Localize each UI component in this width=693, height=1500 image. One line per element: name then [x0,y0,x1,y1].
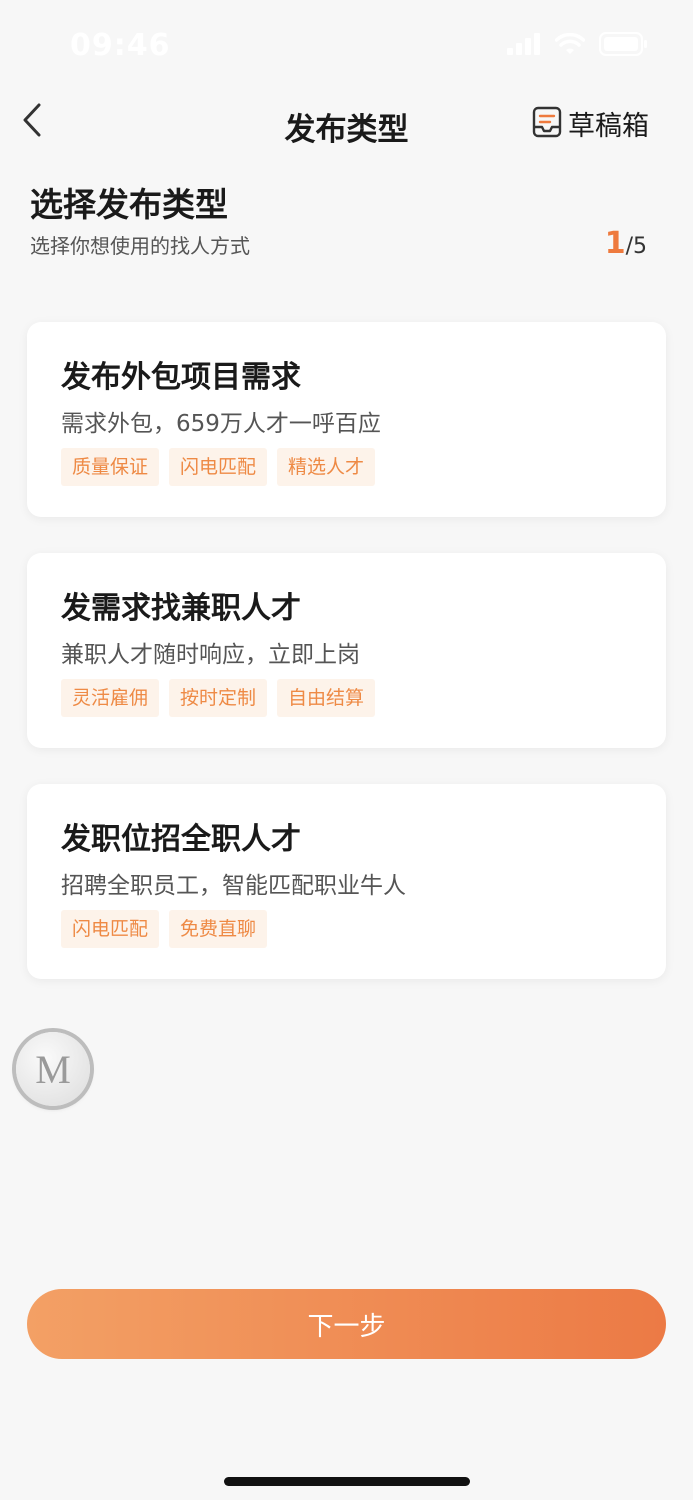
drafts-label: 草稿箱 [568,111,649,142]
option-card-outsource[interactable]: 发布外包项目需求 需求外包，659万人才一呼百应 质量保证 闪电匹配 精选人才 [27,322,666,517]
next-step-label: 下一步 [307,1311,386,1342]
status-icons [507,32,649,60]
card-tags: 灵活雇佣 按时定制 自由结算 [61,679,376,717]
tag: 自由结算 [277,679,376,717]
step-indicator: 1 /5 [605,226,647,261]
card-title: 发布外包项目需求 [61,360,301,395]
battery-icon [599,32,649,60]
tag: 免费直聊 [169,910,268,948]
step-total: /5 [625,234,647,259]
floating-assist-button[interactable]: M [16,1032,90,1106]
next-step-button[interactable]: 下一步 [27,1289,666,1359]
home-indicator[interactable] [224,1477,470,1486]
wifi-icon [554,32,586,59]
card-title: 发职位招全职人才 [61,822,301,857]
section-heading: 选择发布类型 [30,185,228,224]
floating-assist-letter: M [35,1046,71,1092]
card-description: 招聘全职员工，智能匹配职业牛人 [61,873,406,899]
status-time: 09:46 [70,28,171,63]
drafts-box-icon [532,106,562,142]
card-description: 需求外包，659万人才一呼百应 [61,411,381,437]
option-card-parttime[interactable]: 发需求找兼职人才 兼职人才随时响应，立即上岗 灵活雇佣 按时定制 自由结算 [27,553,666,748]
tag: 闪电匹配 [169,448,268,486]
status-bar: 09:46 [0,0,693,90]
option-card-fulltime[interactable]: 发职位招全职人才 招聘全职员工，智能匹配职业牛人 闪电匹配 免费直聊 [27,784,666,979]
signal-icon [507,33,541,59]
tag: 精选人才 [277,448,376,486]
section-subheading: 选择你想使用的找人方式 [30,234,250,258]
card-description: 兼职人才随时响应，立即上岗 [61,642,360,668]
tag: 按时定制 [169,679,268,717]
card-tags: 质量保证 闪电匹配 精选人才 [61,448,376,486]
tag: 闪电匹配 [61,910,160,948]
nav-bar: 发布类型 草稿箱 [0,90,693,156]
tag: 灵活雇佣 [61,679,160,717]
card-tags: 闪电匹配 免费直聊 [61,910,268,948]
card-title: 发需求找兼职人才 [61,591,301,626]
drafts-button[interactable]: 草稿箱 [532,104,649,143]
step-current: 1 [604,226,626,261]
tag: 质量保证 [61,448,160,486]
